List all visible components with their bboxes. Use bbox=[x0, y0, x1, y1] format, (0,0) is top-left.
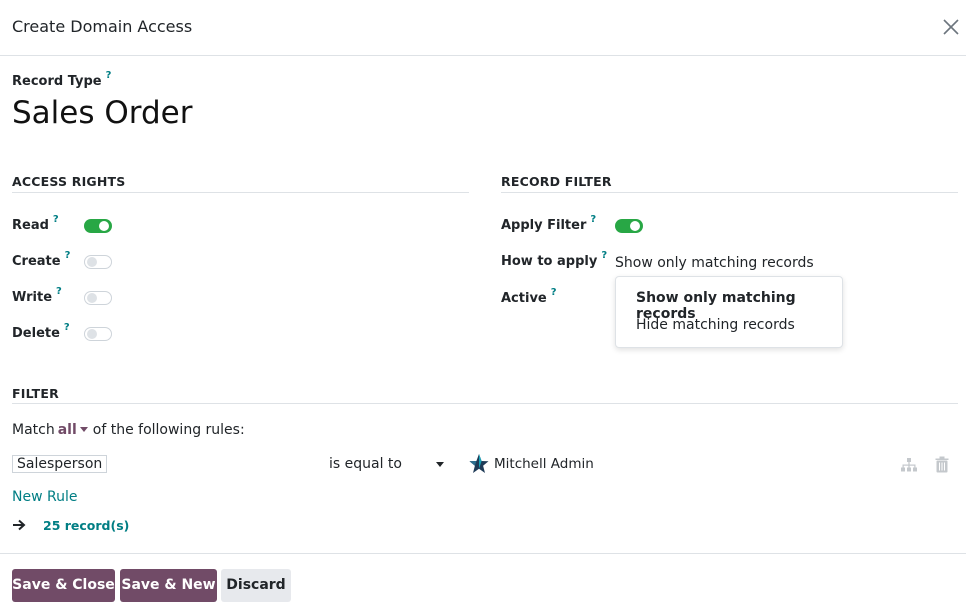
help-tooltip-icon[interactable]: ? bbox=[106, 70, 112, 81]
save-new-button[interactable]: Save & New bbox=[120, 569, 217, 602]
section-divider bbox=[501, 192, 958, 193]
dropdown-option-hide-matching[interactable]: Hide matching records bbox=[636, 317, 795, 333]
filter-title: FILTER bbox=[12, 386, 59, 401]
new-rule-link[interactable]: New Rule bbox=[12, 489, 77, 505]
records-count-link[interactable]: 25 record(s) bbox=[43, 518, 129, 533]
rule-operator-select[interactable]: is equal to bbox=[329, 456, 402, 472]
chevron-down-icon[interactable] bbox=[79, 426, 88, 432]
rule-value-text: Mitchell Admin bbox=[494, 456, 594, 472]
delete-label: Delete? bbox=[12, 322, 70, 341]
how-to-apply-select[interactable]: Show only matching records bbox=[615, 255, 814, 271]
rule-field-select[interactable]: Salesperson bbox=[12, 455, 108, 473]
help-tooltip-icon[interactable]: ? bbox=[590, 214, 596, 225]
apply-filter-toggle[interactable] bbox=[615, 219, 643, 233]
chevron-down-icon[interactable] bbox=[436, 462, 444, 467]
match-row: Match all of the following rules: bbox=[12, 422, 245, 438]
avatar-star-icon bbox=[469, 454, 489, 473]
how-to-apply-label: How to apply? bbox=[501, 250, 608, 269]
sitemap-icon[interactable] bbox=[900, 457, 918, 473]
help-tooltip-icon[interactable]: ? bbox=[551, 287, 557, 298]
read-label: Read? bbox=[12, 214, 59, 233]
record-type-value[interactable]: Sales Order bbox=[12, 95, 192, 131]
create-toggle[interactable] bbox=[84, 255, 112, 269]
match-mode-select[interactable]: all bbox=[58, 422, 77, 438]
record-type-label: Record Type? bbox=[12, 70, 112, 89]
footer-divider bbox=[0, 553, 966, 554]
access-rights-title: ACCESS RIGHTS bbox=[12, 174, 126, 189]
save-close-button[interactable]: Save & Close bbox=[12, 569, 115, 602]
discard-button[interactable]: Discard bbox=[221, 569, 291, 602]
how-to-apply-dropdown: Show only matching records Hide matching… bbox=[615, 276, 843, 348]
section-divider bbox=[12, 192, 469, 193]
help-tooltip-icon[interactable]: ? bbox=[601, 250, 607, 261]
help-tooltip-icon[interactable]: ? bbox=[64, 322, 70, 333]
create-label: Create? bbox=[12, 250, 71, 269]
section-divider bbox=[12, 403, 958, 404]
dialog-title: Create Domain Access bbox=[12, 17, 193, 36]
help-tooltip-icon[interactable]: ? bbox=[53, 214, 59, 225]
close-icon[interactable] bbox=[938, 14, 964, 40]
trash-icon[interactable] bbox=[935, 456, 949, 473]
active-label: Active? bbox=[501, 287, 557, 306]
read-toggle[interactable] bbox=[84, 219, 112, 233]
help-tooltip-icon[interactable]: ? bbox=[56, 286, 62, 297]
apply-filter-label: Apply Filter? bbox=[501, 214, 597, 233]
dialog-header: Create Domain Access bbox=[0, 0, 966, 56]
arrow-right-icon bbox=[13, 519, 26, 531]
write-label: Write? bbox=[12, 286, 62, 305]
record-filter-title: RECORD FILTER bbox=[501, 174, 612, 189]
help-tooltip-icon[interactable]: ? bbox=[65, 250, 71, 261]
write-toggle[interactable] bbox=[84, 291, 112, 305]
delete-toggle[interactable] bbox=[84, 327, 112, 341]
